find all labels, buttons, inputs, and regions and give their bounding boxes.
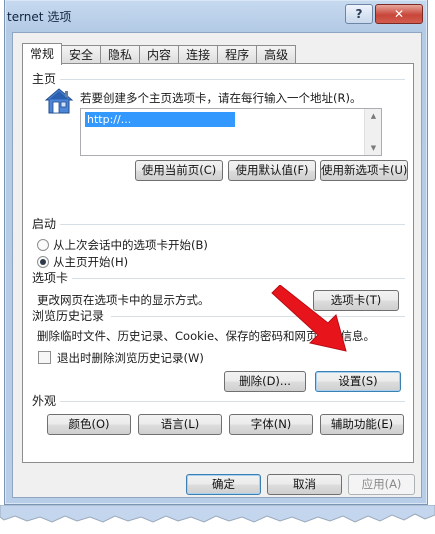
ok-button[interactable]: 确定: [186, 474, 261, 495]
tabs-separator: [71, 278, 405, 279]
torn-paper-edge: [0, 505, 435, 523]
appearance-separator: [59, 401, 405, 402]
tabs-section-label: 选项卡: [32, 269, 73, 286]
colors-button[interactable]: 颜色(O): [47, 414, 131, 435]
history-section-label: 浏览历史记录: [32, 307, 109, 324]
dialog-client-area: 常规 安全 隐私 内容 连接 程序 高级 主页 若要创建多个主页选项卡，请在每行…: [12, 32, 422, 498]
homepage-separator: [59, 79, 405, 80]
use-current-button[interactable]: 使用当前页(C): [135, 160, 223, 181]
appearance-section-label: 外观: [32, 392, 61, 409]
radio-last-session[interactable]: [37, 239, 49, 251]
help-button[interactable]: ?: [345, 4, 373, 24]
radio-homepage[interactable]: [37, 256, 49, 268]
tab-privacy[interactable]: 隐私: [100, 45, 141, 64]
homepage-section-label: 主页: [32, 70, 61, 87]
tab-connections[interactable]: 连接: [178, 45, 219, 64]
languages-button[interactable]: 语言(L): [138, 414, 222, 435]
apply-button[interactable]: 应用(A): [348, 474, 415, 495]
use-new-tab-button[interactable]: 使用新选项卡(U): [320, 160, 408, 181]
use-default-button[interactable]: 使用默认值(F): [228, 160, 316, 181]
tab-programs[interactable]: 程序: [217, 45, 258, 64]
red-arrow-annotation: [271, 285, 347, 352]
radio-homepage-label[interactable]: 从主页开始(H): [53, 254, 128, 270]
startup-section-label: 启动: [32, 215, 61, 232]
general-tab-panel: 主页 若要创建多个主页选项卡，请在每行输入一个地址(R)。 http://...…: [22, 63, 414, 463]
homepage-url-selected-text: http://...: [85, 112, 235, 127]
cancel-button[interactable]: 取消: [267, 474, 342, 495]
window-title: ternet 选项: [7, 10, 72, 24]
delete-on-exit-label[interactable]: 退出时删除浏览历史记录(W): [57, 350, 204, 366]
scroll-up-icon[interactable]: ▲: [365, 112, 382, 120]
delete-on-exit-checkbox[interactable]: [38, 351, 51, 364]
startup-separator: [59, 224, 405, 225]
house-icon: [45, 88, 73, 114]
fonts-button[interactable]: 字体(N): [229, 414, 313, 435]
internet-options-window: ternet 选项 ? ✕ 常规 安全 隐私 内容 连接 程序 高级 主页 若要…: [4, 0, 428, 505]
tab-strip: 常规 安全 隐私 内容 连接 程序 高级: [22, 43, 297, 65]
tab-content[interactable]: 内容: [139, 45, 180, 64]
close-button[interactable]: ✕: [375, 4, 423, 24]
radio-last-session-label[interactable]: 从上次会话中的选项卡开始(B): [53, 237, 208, 253]
tab-security[interactable]: 安全: [61, 45, 102, 64]
accessibility-button[interactable]: 辅助功能(E): [320, 414, 404, 435]
tabs-description: 更改网页在选项卡中的显示方式。: [37, 293, 210, 307]
url-scrollbar[interactable]: ▲ ▼: [364, 109, 381, 155]
homepage-description: 若要创建多个主页选项卡，请在每行输入一个地址(R)。: [80, 91, 362, 105]
tab-general[interactable]: 常规: [22, 43, 63, 65]
history-settings-button[interactable]: 设置(S): [315, 371, 401, 392]
homepage-url-textarea[interactable]: http://... ▲ ▼: [80, 108, 382, 156]
tab-advanced[interactable]: 高级: [256, 45, 297, 64]
delete-history-button[interactable]: 删除(D)...: [224, 371, 306, 392]
title-bar[interactable]: ternet 选项 ? ✕: [5, 0, 427, 32]
scroll-down-icon[interactable]: ▼: [365, 144, 382, 152]
